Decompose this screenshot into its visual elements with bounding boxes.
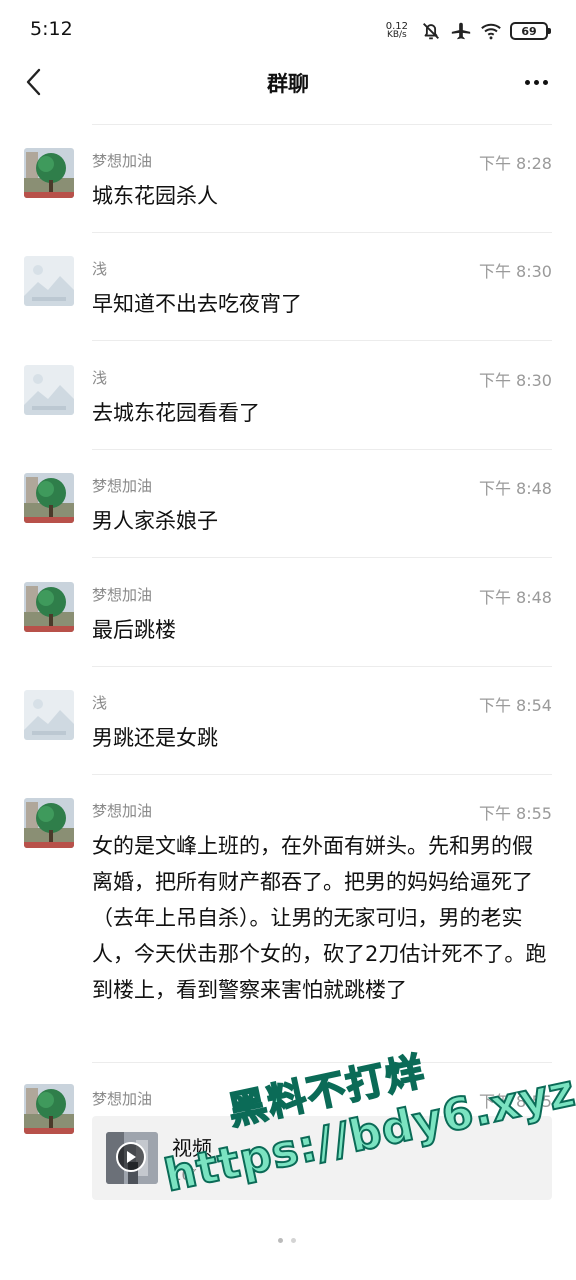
message-text: 男跳还是女跳: [92, 726, 218, 750]
mute-bell-icon: [423, 23, 439, 40]
divider: [92, 340, 552, 341]
avatar[interactable]: [24, 148, 74, 198]
message-time: 下午 8:30: [478, 262, 552, 281]
message-text: 早知道不出去吃夜宵了: [92, 292, 302, 316]
wifi-icon: [481, 23, 501, 40]
message-time: 下午 8:48: [478, 479, 552, 498]
sender-name: 梦想加油: [92, 1090, 153, 1108]
message-text: 去城东花园看看了: [92, 401, 260, 425]
message-time: 下午 8:54: [478, 696, 552, 715]
divider: [92, 666, 552, 667]
page-indicator: [278, 1238, 296, 1243]
sender-name: 浅: [92, 694, 108, 712]
sender-name: 梦想加油: [92, 586, 153, 604]
message-time: 下午 8:48: [478, 588, 552, 607]
message-time: 下午 8:55: [478, 804, 552, 823]
sender-name: 梦想加油: [92, 802, 153, 820]
divider: [92, 232, 552, 233]
divider: [92, 1062, 552, 1063]
message-text: 男人家杀娘子: [92, 509, 218, 533]
sender-name: 浅: [92, 260, 108, 278]
message-text: 城东花园杀人: [92, 184, 218, 208]
sender-name: 梦想加油: [92, 477, 153, 495]
divider: [92, 557, 552, 558]
sender-name: 浅: [92, 369, 108, 387]
message-time: 下午 8:28: [478, 154, 552, 173]
avatar[interactable]: [24, 582, 74, 632]
message-text: 最后跳楼: [92, 618, 176, 642]
divider: [92, 449, 552, 450]
airplane-icon: [451, 22, 471, 40]
avatar[interactable]: [24, 690, 74, 740]
nav-bar: 群聊: [0, 58, 576, 106]
battery-level: 69: [521, 24, 537, 38]
page-title: 群聊: [267, 72, 309, 96]
battery-icon: 69: [510, 22, 551, 40]
message-time: 下午 8:55: [478, 1092, 552, 1111]
avatar[interactable]: [24, 365, 74, 415]
divider: [92, 774, 552, 775]
avatar[interactable]: [24, 1084, 74, 1134]
net-speed-unit: KB/s: [386, 30, 407, 40]
avatar[interactable]: [24, 473, 74, 523]
more-button[interactable]: [516, 66, 556, 98]
status-time: 5:12: [30, 18, 73, 40]
video-message-card[interactable]: 视频 10″: [92, 1116, 552, 1200]
divider: [92, 124, 552, 125]
video-title: 视频: [172, 1136, 212, 1160]
status-icons: 0.12 KB/s 69: [386, 18, 551, 44]
avatar[interactable]: [24, 798, 74, 848]
net-speed: 0.12 KB/s: [386, 22, 408, 40]
message-time: 下午 8:30: [478, 371, 552, 390]
more-dots-icon: [524, 79, 530, 85]
message-text: 女的是文峰上班的，在外面有姘头。先和男的假离婚，把所有财产都吞了。把男的妈妈给逼…: [92, 834, 547, 1002]
avatar[interactable]: [24, 256, 74, 306]
status-bar: 5:12 0.12 KB/s 69: [0, 0, 576, 62]
play-icon: [116, 1142, 146, 1172]
chat-screen: 5:12 0.12 KB/s 69 群聊 梦想加油 下午 8:28 城东花园杀人…: [0, 0, 576, 1280]
video-duration: 10″: [172, 1166, 197, 1184]
sender-name: 梦想加油: [92, 152, 153, 170]
video-thumbnail: [106, 1132, 158, 1184]
